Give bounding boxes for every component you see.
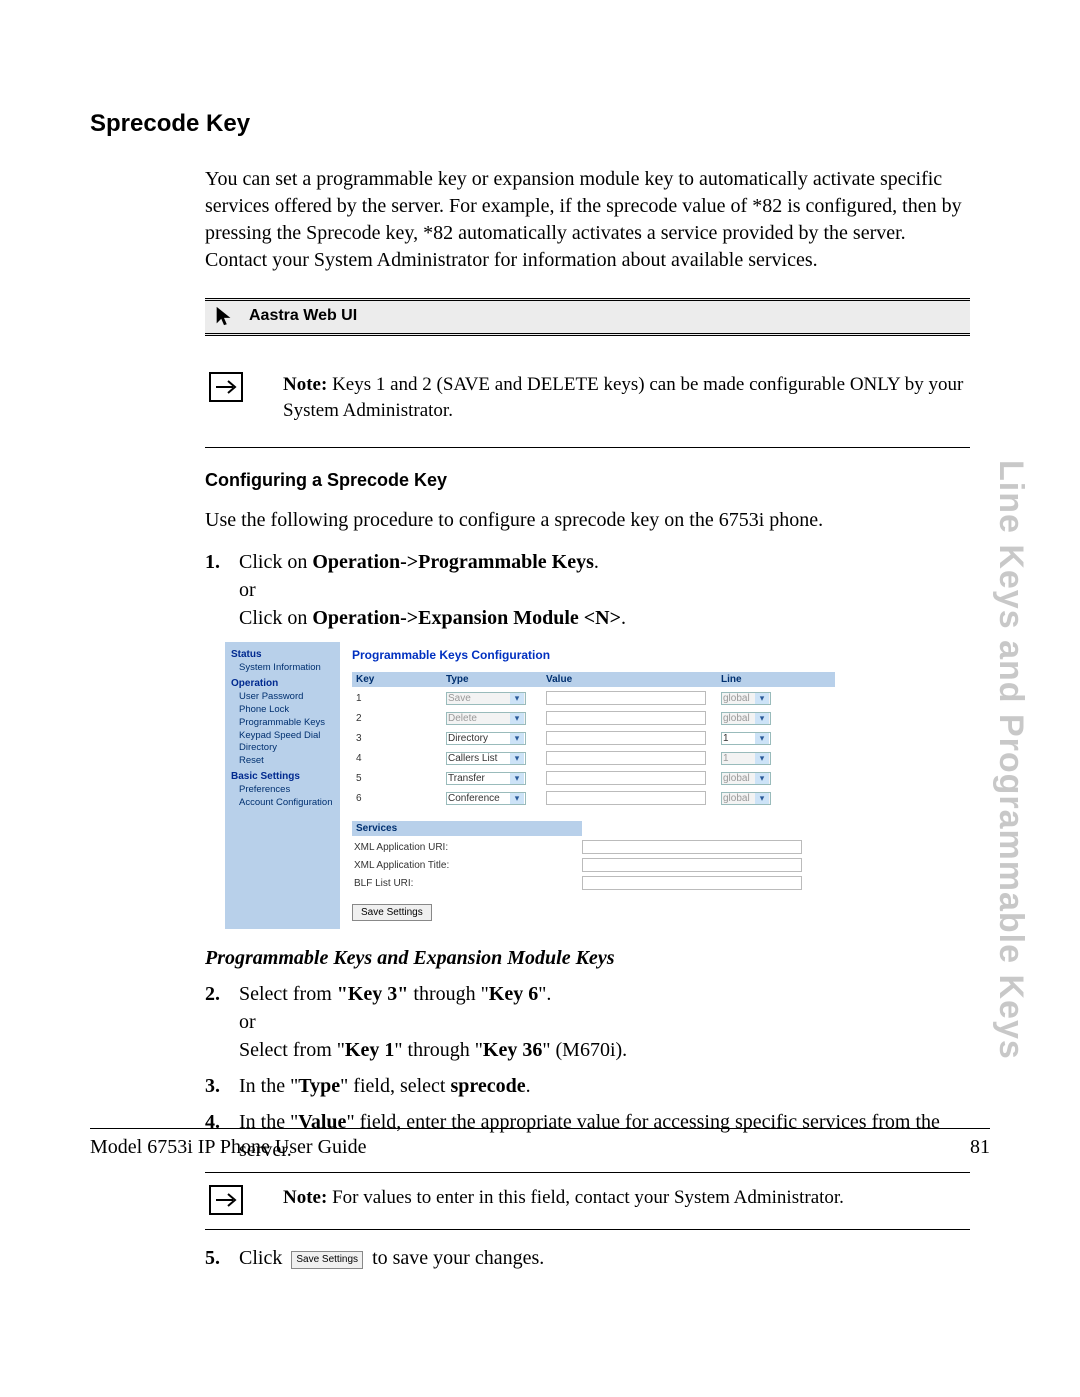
sidebar-item-directory[interactable]: Directory — [239, 742, 334, 755]
xml-title-label: XML Application Title: — [352, 860, 582, 871]
save-settings-inline-button: Save Settings — [291, 1251, 363, 1269]
value-input[interactable] — [546, 691, 706, 705]
col-header-line: Line — [717, 672, 777, 687]
cell-key: 4 — [352, 751, 442, 766]
italic-subhead: Programmable Keys and Expansion Module K… — [205, 947, 970, 970]
configuring-subhead: Configuring a Sprecode Key — [205, 470, 970, 491]
xml-uri-label: XML Application URI: — [352, 842, 582, 853]
services-header: Services — [352, 821, 582, 836]
section-title: Sprecode Key — [90, 110, 990, 138]
webui-main: Programmable Keys Configuration Key Type… — [340, 642, 845, 929]
webui-bar: Aastra Web UI — [205, 298, 970, 336]
type-select[interactable]: Transfer▾ — [446, 772, 526, 785]
intro-paragraph: You can set a programmable key or expans… — [205, 166, 970, 274]
chevron-down-icon: ▾ — [510, 713, 524, 724]
chevron-down-icon: ▾ — [510, 753, 524, 764]
footer-guide-title: Model 6753i IP Phone User Guide — [90, 1136, 366, 1159]
chevron-down-icon: ▾ — [755, 753, 769, 764]
blf-uri-label: BLF List URI: — [352, 878, 582, 889]
line-select: global▾ — [721, 712, 771, 725]
line-select: global▾ — [721, 772, 771, 785]
sidebar-basic-header: Basic Settings — [231, 771, 334, 782]
cell-key: 2 — [352, 711, 442, 726]
cell-key: 5 — [352, 771, 442, 786]
xml-title-input[interactable] — [582, 858, 802, 872]
table-header: Key Type Value Line — [352, 672, 835, 687]
chevron-down-icon: ▾ — [510, 693, 524, 704]
note-2: Note: For values to enter in this field,… — [283, 1185, 844, 1211]
sidebar-item-acct[interactable]: Account Configuration — [239, 797, 334, 810]
table-row: 3 Directory▾ 1▾ — [352, 729, 835, 747]
chevron-down-icon: ▾ — [510, 733, 524, 744]
arrow-right-icon — [209, 372, 243, 402]
footer-page-number: 81 — [970, 1136, 990, 1159]
table-row: 2 Delete▾ global▾ — [352, 709, 835, 727]
step-2: 2. Select from "Key 3" through "Key 6". … — [205, 980, 970, 1064]
procedure-intro: Use the following procedure to configure… — [205, 509, 970, 532]
value-input[interactable] — [546, 711, 706, 725]
sidebar-status-header: Status — [231, 649, 334, 660]
col-header-value: Value — [542, 672, 717, 687]
sidebar-item-phonelock[interactable]: Phone Lock — [239, 704, 334, 717]
chevron-down-icon: ▾ — [510, 773, 524, 784]
chevron-down-icon: ▾ — [510, 793, 524, 804]
arrow-right-icon — [209, 1185, 243, 1215]
chevron-down-icon: ▾ — [755, 693, 769, 704]
xml-uri-input[interactable] — [582, 840, 802, 854]
blf-uri-input[interactable] — [582, 876, 802, 890]
note-1: Note: Keys 1 and 2 (SAVE and DELETE keys… — [283, 372, 970, 423]
table-row: 1 Save▾ global▾ — [352, 689, 835, 707]
step-5: 5. Click Save Settings to save your chan… — [205, 1244, 970, 1272]
footer-rule — [90, 1128, 990, 1129]
value-input[interactable] — [546, 731, 706, 745]
cell-key: 6 — [352, 791, 442, 806]
line-select: global▾ — [721, 792, 771, 805]
webui-title: Programmable Keys Configuration — [352, 648, 835, 662]
type-select[interactable]: Directory▾ — [446, 732, 526, 745]
webui-sidebar: Status System Information Operation User… — [225, 642, 340, 929]
col-header-key: Key — [352, 672, 442, 687]
sidebar-item-prefs[interactable]: Preferences — [239, 784, 334, 797]
value-input[interactable] — [546, 751, 706, 765]
chevron-down-icon: ▾ — [755, 713, 769, 724]
sidebar-item-ksd[interactable]: Keypad Speed Dial — [239, 730, 334, 743]
type-select[interactable]: Conference▾ — [446, 792, 526, 805]
table-row: 6 Conference▾ global▾ — [352, 789, 835, 807]
line-select[interactable]: 1▾ — [721, 732, 771, 745]
table-row: 5 Transfer▾ global▾ — [352, 769, 835, 787]
cell-key: 1 — [352, 691, 442, 706]
mouse-cursor-icon — [213, 305, 235, 327]
sidebar-item-userpw[interactable]: User Password — [239, 691, 334, 704]
value-input[interactable] — [546, 791, 706, 805]
type-select: Delete▾ — [446, 712, 526, 725]
sidebar-item-progkeys[interactable]: Programmable Keys — [239, 717, 334, 730]
sidebar-item-reset[interactable]: Reset — [239, 755, 334, 768]
value-input[interactable] — [546, 771, 706, 785]
chevron-down-icon: ▾ — [755, 773, 769, 784]
webui-screenshot: Status System Information Operation User… — [225, 642, 845, 929]
sidebar-operation-header: Operation — [231, 678, 334, 689]
type-select[interactable]: Callers List▾ — [446, 752, 526, 765]
webui-label: Aastra Web UI — [249, 307, 357, 325]
table-row: 4 Callers List▾ 1▾ — [352, 749, 835, 767]
col-header-type: Type — [442, 672, 542, 687]
chevron-down-icon: ▾ — [755, 733, 769, 744]
cell-key: 3 — [352, 731, 442, 746]
step-3: 3. In the "Type" field, select sprecode. — [205, 1072, 970, 1100]
line-select: global▾ — [721, 692, 771, 705]
chevron-down-icon: ▾ — [755, 793, 769, 804]
sidebar-item-sysinfo[interactable]: System Information — [239, 662, 334, 675]
step-1: 1. Click on Operation->Programmable Keys… — [205, 548, 970, 632]
line-select: 1▾ — [721, 752, 771, 765]
save-settings-button[interactable]: Save Settings — [352, 904, 432, 921]
type-select: Save▾ — [446, 692, 526, 705]
chapter-side-tab: Line Keys and Programmable Keys — [991, 460, 1030, 1060]
